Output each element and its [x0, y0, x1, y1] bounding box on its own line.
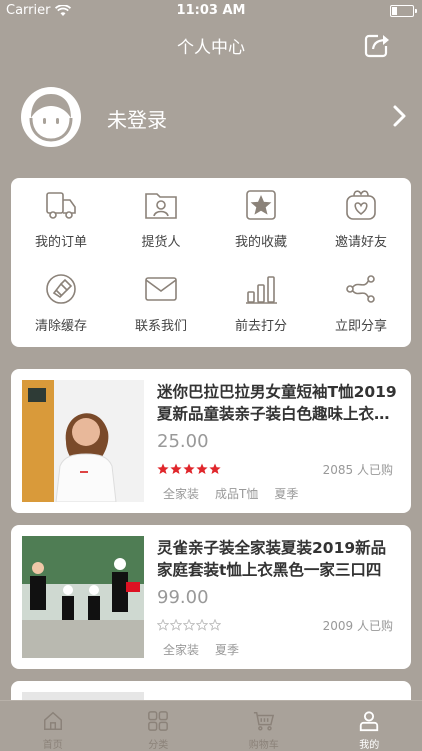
- menu-item-clear-cache[interactable]: 清除缓存: [11, 262, 111, 346]
- product-price: 99.00: [157, 587, 209, 608]
- star-box-icon: [244, 188, 278, 222]
- tab-cart[interactable]: 购物车: [211, 701, 317, 751]
- star-empty-icon: [183, 619, 195, 631]
- home-icon: [41, 710, 65, 732]
- product-tag: 成品T恤: [215, 485, 258, 502]
- tab-label: 购物车: [249, 736, 279, 751]
- menu-label: 清除缓存: [35, 315, 87, 334]
- sold-count: 2085 人已购: [323, 461, 393, 478]
- mail-icon: [144, 272, 178, 306]
- tab-home[interactable]: 首页: [0, 701, 106, 751]
- sold-count: 2009 人已购: [323, 617, 393, 634]
- product-title: 迷你巴拉巴拉男女童短袖T恤2019夏新品童装亲子装白色趣味上衣…: [157, 381, 397, 425]
- avatar: [20, 86, 82, 148]
- share-nodes-icon: [344, 272, 378, 306]
- nav-bar: 个人中心: [0, 22, 422, 66]
- star-filled-icon: [157, 463, 169, 475]
- menu-item-contact[interactable]: 联系我们: [111, 262, 211, 346]
- product-image: [22, 380, 144, 502]
- chart-icon: [244, 272, 278, 306]
- truck-icon: [44, 188, 78, 222]
- star-filled-icon: [196, 463, 208, 475]
- star-filled-icon: [183, 463, 195, 475]
- star-filled-icon: [209, 463, 221, 475]
- status-bar: Carrier 11:03 AM: [0, 0, 422, 22]
- menu-item-rate[interactable]: 前去打分: [211, 262, 311, 346]
- tab-mine[interactable]: 我的: [317, 701, 422, 751]
- product-image: [22, 536, 144, 658]
- product-tag: 夏季: [274, 485, 298, 502]
- menu-item-pickup[interactable]: 提货人: [111, 178, 211, 262]
- gift-heart-icon: [344, 188, 378, 222]
- product-tag: 全家装: [163, 485, 199, 502]
- product-card[interactable]: 灵雀亲子装全家装夏装2019新品家庭套装t恤上衣黑色一家三口四口… 99.00 …: [11, 525, 411, 669]
- login-status: 未登录: [107, 104, 167, 133]
- battery-icon: [390, 5, 414, 17]
- profile-header[interactable]: 未登录: [0, 78, 422, 158]
- star-empty-icon: [209, 619, 221, 631]
- product-title: 灵雀亲子装全家装夏装2019新品家庭套装t恤上衣黑色一家三口四口…: [157, 537, 397, 581]
- rating-stars: [157, 619, 221, 631]
- tab-bar: 首页 分类 购物车 我的: [0, 700, 422, 751]
- menu-label: 前去打分: [235, 315, 287, 334]
- menu-label: 联系我们: [135, 315, 187, 334]
- product-tags: 全家装 夏季: [163, 641, 239, 658]
- menu-item-orders[interactable]: 我的订单: [11, 178, 111, 262]
- menu-item-favorites[interactable]: 我的收藏: [211, 178, 311, 262]
- cart-icon: [252, 710, 276, 732]
- product-card[interactable]: 迷你巴拉巴拉男女童短袖T恤2019夏新品童装亲子装白色趣味上衣… 25.00 2…: [11, 369, 411, 513]
- menu-label: 我的收藏: [235, 231, 287, 250]
- menu-item-share[interactable]: 立即分享: [311, 262, 411, 346]
- share-icon[interactable]: [364, 30, 392, 58]
- tab-label: 我的: [359, 736, 379, 751]
- star-empty-icon: [157, 619, 169, 631]
- star-empty-icon: [170, 619, 182, 631]
- menu-label: 邀请好友: [335, 231, 387, 250]
- clock: 11:03 AM: [0, 3, 422, 18]
- menu-label: 提货人: [141, 231, 180, 250]
- star-empty-icon: [196, 619, 208, 631]
- product-price: 25.00: [157, 431, 209, 452]
- product-tag: 全家装: [163, 641, 199, 658]
- menu-label: 我的订单: [35, 231, 87, 250]
- star-filled-icon: [170, 463, 182, 475]
- tab-label: 分类: [148, 736, 168, 751]
- product-tag: 夏季: [215, 641, 239, 658]
- menu-label: 立即分享: [335, 315, 387, 334]
- tab-label: 首页: [43, 736, 63, 751]
- broom-icon: [44, 272, 78, 306]
- rating-stars: [157, 463, 221, 475]
- chevron-right-icon[interactable]: [392, 104, 408, 128]
- product-tags: 全家装 成品T恤 夏季: [163, 485, 298, 502]
- tab-category[interactable]: 分类: [106, 701, 212, 751]
- page-title: 个人中心: [0, 33, 422, 58]
- menu-item-invite[interactable]: 邀请好友: [311, 178, 411, 262]
- person-icon: [357, 710, 381, 732]
- contact-folder-icon: [144, 188, 178, 222]
- menu-card: 我的订单 提货人 我的收藏 邀请好友: [11, 178, 411, 347]
- grid-icon: [146, 710, 170, 732]
